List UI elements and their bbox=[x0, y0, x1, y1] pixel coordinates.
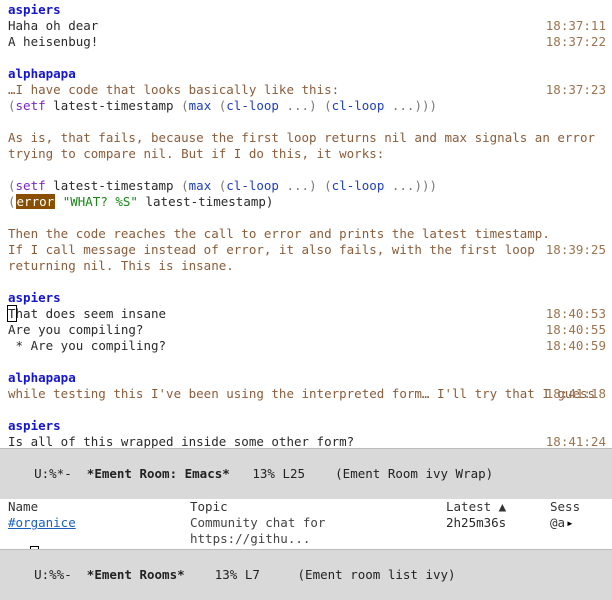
modeline-mode: (Ement Room ivy Wrap) bbox=[305, 466, 493, 481]
author-name: aspiers bbox=[8, 2, 61, 17]
modeline2-buffer: *Ement Rooms* bbox=[79, 567, 192, 582]
message-text: If I call message instead of error, it a… bbox=[8, 242, 542, 273]
chat-line: 18:37:11 Haha oh dear bbox=[8, 18, 610, 34]
chat-line: 18:39:25If I call message instead of err… bbox=[8, 242, 610, 274]
rooms-body: #organice Community chat for https://gith… bbox=[8, 515, 604, 549]
chat-line: aspiers bbox=[8, 418, 610, 434]
room-link[interactable]: #organice bbox=[8, 515, 76, 530]
chat-line: 18:40:55 Are you compiling? bbox=[8, 322, 610, 338]
message-text: As is, that fails, because the first loo… bbox=[8, 130, 603, 161]
chat-line bbox=[8, 50, 610, 66]
timestamp: 18:37:23 bbox=[546, 82, 606, 98]
timestamp: 18:41:18 bbox=[546, 386, 606, 402]
timestamp: 18:40:55 bbox=[546, 322, 606, 338]
rooms-pane[interactable]: Name Topic Latest ▲ Sess #organice Commun… bbox=[0, 499, 612, 549]
author-name: aspiers bbox=[8, 418, 61, 433]
col-name[interactable]: Name bbox=[8, 499, 190, 515]
modeline2-left: U:%%- bbox=[34, 567, 79, 582]
chat-line bbox=[8, 354, 610, 370]
timestamp: 18:40:53 bbox=[546, 306, 606, 322]
chat-line: alphapapa bbox=[8, 370, 610, 386]
room-session: @a bbox=[550, 515, 610, 531]
modeline-left: U:%*- bbox=[34, 466, 79, 481]
chat-line bbox=[8, 162, 610, 178]
modeline2-mode: (Ement room list ivy) bbox=[260, 567, 456, 582]
code-line: (error "WHAT? %S" latest-timestamp) bbox=[8, 194, 610, 210]
modeline-chat: U:%*- *Ement Room: Emacs* 13% L25 (Ement… bbox=[0, 448, 612, 499]
author-name: aspiers bbox=[8, 290, 61, 305]
modeline-pos: 13% L25 bbox=[237, 466, 305, 481]
room-name-cell[interactable]: #organice bbox=[8, 515, 190, 531]
room-topic: Community chat for https://githu... bbox=[190, 515, 446, 547]
chat-line: 18:40:53That does seem insane bbox=[8, 306, 610, 322]
message-text: …I have code that looks basically like t… bbox=[8, 82, 339, 97]
col-latest[interactable]: Latest ▲ bbox=[446, 499, 550, 515]
chat-line bbox=[8, 402, 610, 418]
chat-line bbox=[8, 114, 610, 130]
col-session[interactable]: Sess bbox=[550, 499, 610, 515]
author-name: alphapapa bbox=[8, 370, 76, 385]
message-text: * Are you compiling? bbox=[8, 338, 166, 353]
message-text: while testing this I've been using the i… bbox=[8, 386, 595, 401]
chat-line: aspiers bbox=[8, 290, 610, 306]
modeline-rooms: U:%%- *Ement Rooms* 13% L7 (Ement room l… bbox=[0, 549, 612, 600]
modeline-buffer: *Ement Room: Emacs* bbox=[79, 466, 237, 481]
rooms-header: Name Topic Latest ▲ Sess bbox=[8, 499, 604, 515]
timestamp: 18:40:59 bbox=[546, 338, 606, 354]
timestamp: 18:37:22 bbox=[546, 34, 606, 50]
chat-pane[interactable]: aspiers 18:37:11 Haha oh dear 18:37:22 A hei… bbox=[0, 0, 612, 448]
room-row[interactable]: #organice Community chat for https://gith… bbox=[8, 515, 604, 547]
chat-line: alphapapa bbox=[8, 66, 610, 82]
chat-line: 18:41:24 Is all of this wrapped inside so… bbox=[8, 434, 610, 448]
error-keyword: error bbox=[16, 194, 56, 209]
modeline2-pos: 13% L7 bbox=[192, 567, 260, 582]
message-text: Then the code reaches the call to error … bbox=[8, 226, 550, 241]
chat-line: aspiers bbox=[8, 2, 610, 18]
timestamp: 18:37:11 bbox=[546, 18, 606, 34]
timestamp: 18:39:25 bbox=[546, 242, 606, 258]
chat-line: Then the code reaches the call to error … bbox=[8, 226, 610, 242]
chat-line: 18:41:18while testing this I've been usi… bbox=[8, 386, 610, 402]
chat-line: 18:37:22 A heisenbug! bbox=[8, 34, 610, 50]
code-line: (setf latest-timestamp (max (cl-loop ...… bbox=[8, 98, 610, 114]
chat-line bbox=[8, 210, 610, 226]
message-text: Haha oh dear bbox=[8, 18, 98, 33]
chat-line: As is, that fails, because the first loo… bbox=[8, 130, 610, 162]
message-text: Is all of this wrapped inside some other… bbox=[8, 434, 354, 448]
author-name: alphapapa bbox=[8, 66, 76, 81]
message-text: hat does seem insane bbox=[16, 306, 167, 321]
col-topic[interactable]: Topic bbox=[190, 499, 446, 515]
room-latest: 2h25m36s bbox=[446, 515, 550, 531]
chat-line: 18:40:59 * Are you compiling? bbox=[8, 338, 610, 354]
timestamp: 18:41:24 bbox=[546, 434, 606, 448]
code-line: (setf latest-timestamp (max (cl-loop ...… bbox=[8, 178, 610, 194]
chat-line bbox=[8, 274, 610, 290]
message-text: Are you compiling? bbox=[8, 322, 143, 337]
message-text: A heisenbug! bbox=[8, 34, 98, 49]
chat-line: 18:37:23 …I have code that looks basicall… bbox=[8, 82, 610, 98]
